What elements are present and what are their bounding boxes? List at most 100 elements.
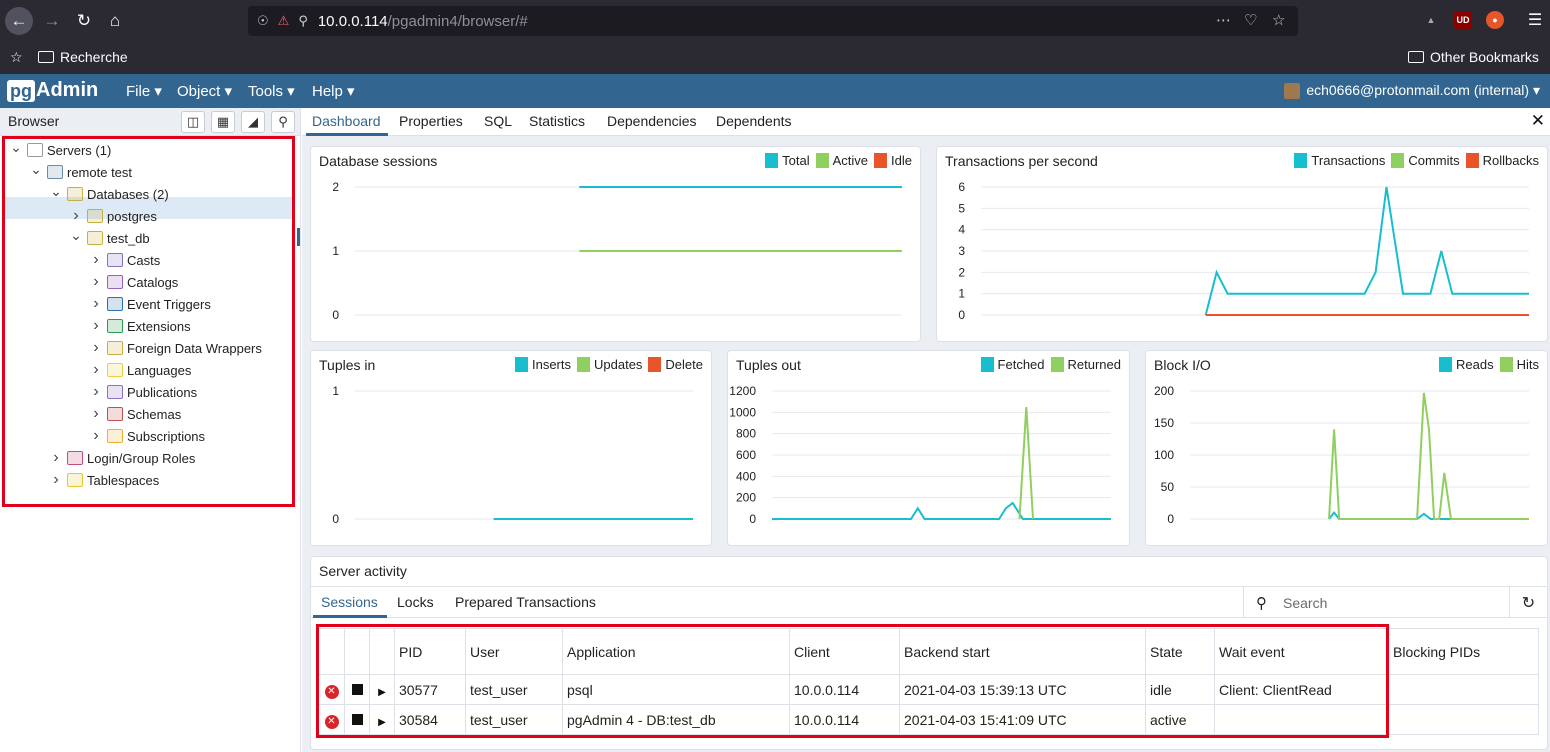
tab-sql[interactable]: SQL [484,113,512,129]
user-menu[interactable]: ech0666@protonmail.com (internal) ▾ [1284,82,1540,99]
hamburger-menu-icon[interactable]: ☰ [1526,11,1544,29]
chevron-right-icon[interactable]: › [49,449,63,467]
menu-help[interactable]: Help ▾ [312,82,355,100]
tab-statistics[interactable]: Statistics [529,113,585,129]
home-button[interactable]: ⌂ [101,7,129,35]
tab-dashboard[interactable]: Dashboard [312,113,381,129]
tree-item[interactable]: › Foreign Data Wrappers [89,337,262,359]
chevron-down-icon[interactable]: ⌄ [29,162,43,176]
chevron-right-icon[interactable]: › [89,251,103,269]
search-input[interactable] [1283,594,1483,611]
extension-fox-icon[interactable]: ▲ [1422,11,1440,29]
tab-prepared-transactions[interactable]: Prepared Transactions [455,594,596,610]
legend-item[interactable]: Returned [1050,357,1121,372]
col-pid[interactable]: PID [394,628,466,675]
splitter-handle[interactable] [297,228,300,246]
query-tool-icon[interactable]: ◫ [181,111,205,133]
more-actions-icon[interactable]: ⋯ [1216,11,1231,29]
col-backend-start[interactable]: Backend start [899,628,1146,675]
tree-item[interactable]: › Languages [89,359,191,381]
legend-item[interactable]: Fetched [980,357,1045,372]
tab-locks[interactable]: Locks [397,594,434,610]
tree-item[interactable]: › Tablespaces [49,469,159,491]
tree-item[interactable]: ⌄ Servers (1) [9,139,111,161]
legend-item[interactable]: Rollbacks [1465,153,1539,168]
tree-item[interactable]: ⌄ test_db [69,227,150,249]
col-user[interactable]: User [465,628,563,675]
view-data-icon[interactable]: ▦ [211,111,235,133]
col-blocking-pids[interactable]: Blocking PIDs [1388,628,1539,675]
chevron-down-icon[interactable]: ⌄ [9,140,23,154]
chevron-right-icon[interactable]: › [89,383,103,401]
tree-item[interactable]: › postgres [69,205,157,227]
back-button[interactable]: ← [5,7,33,35]
chevron-right-icon[interactable]: › [89,405,103,423]
col-wait-event[interactable]: Wait event [1214,628,1389,675]
legend-item[interactable]: Delete [648,357,703,372]
legend-item[interactable]: Transactions [1294,153,1385,168]
tree-item[interactable]: › Catalogs [89,271,178,293]
table-row[interactable]: ✕ ▶ 30584 test_user pgAdmin 4 - DB:test_db 10… [318,704,1539,735]
col-client[interactable]: Client [789,628,900,675]
menu-tools[interactable]: Tools ▾ [248,82,295,100]
tree-item[interactable]: › Event Triggers [89,293,211,315]
tree-item[interactable]: › Extensions [89,315,190,337]
ublock-icon[interactable]: UD [1454,11,1472,29]
chevron-right-icon[interactable]: › [89,361,103,379]
tab-dependencies[interactable]: Dependencies [607,113,697,129]
tree-item[interactable]: › Casts [89,249,160,271]
chevron-right-icon[interactable]: › [89,295,103,313]
expand-row-icon[interactable]: ▶ [378,687,386,698]
key-icon[interactable]: ⚲ [298,13,308,29]
legend-item[interactable]: Active [815,153,868,168]
tree-item[interactable]: › Login/Group Roles [49,447,195,469]
chevron-right-icon[interactable]: › [49,471,63,489]
url-bar[interactable]: ☉ ⚠ ⚲ 10.0.0.114/pgadmin4/browser/# ⋯ ♡ … [248,6,1298,36]
bookmark-star-icon[interactable]: ☆ [1272,11,1285,29]
shield-icon[interactable]: ☉ [257,13,269,29]
tree-item[interactable]: ⌄ Databases (2) [49,183,169,205]
legend-item[interactable]: Reads [1439,357,1494,372]
cancel-query-icon[interactable] [351,713,363,725]
tab-sessions[interactable]: Sessions [321,594,378,610]
legend-item[interactable]: Commits [1391,153,1460,168]
chevron-right-icon[interactable]: › [89,273,103,291]
bookmark-star-toolbar-icon[interactable]: ☆ [10,49,23,66]
tab-properties[interactable]: Properties [399,113,463,129]
bookmark-folder-recherche[interactable]: Recherche [38,49,128,65]
search-objects-icon[interactable]: ⚲ [271,111,295,133]
legend-item[interactable]: Total [765,153,810,168]
chevron-right-icon[interactable]: › [89,339,103,357]
insecure-lock-icon[interactable]: ⚠ [278,13,290,29]
expand-row-icon[interactable]: ▶ [378,717,386,728]
legend-item[interactable]: Updates [577,357,642,372]
chevron-right-icon[interactable]: › [89,427,103,445]
reload-button[interactable]: ↻ [70,7,98,35]
cancel-query-icon[interactable] [351,683,363,695]
table-row[interactable]: ✕ ▶ 30577 test_user psql 10.0.0.114 2021-04-03… [318,674,1539,705]
legend-item[interactable]: Inserts [514,357,571,372]
menu-file[interactable]: File ▾ [126,82,162,100]
forward-button[interactable]: → [38,7,66,35]
chevron-down-icon[interactable]: ⌄ [49,184,63,198]
terminate-session-icon[interactable]: ✕ [324,714,339,729]
chevron-right-icon[interactable]: › [69,207,83,225]
col-application[interactable]: Application [562,628,790,675]
tree-item[interactable]: › Subscriptions [89,425,205,447]
menu-object[interactable]: Object ▾ [177,82,232,100]
other-bookmarks[interactable]: Other Bookmarks [1408,49,1539,65]
chevron-down-icon[interactable]: ⌄ [69,228,83,242]
terminate-session-icon[interactable]: ✕ [324,684,339,699]
filtered-rows-icon[interactable]: ◢ [241,111,265,133]
tree-item[interactable]: › Publications [89,381,197,403]
extension-icon[interactable]: ● [1486,11,1504,29]
col-state[interactable]: State [1145,628,1215,675]
chevron-right-icon[interactable]: › [89,317,103,335]
legend-item[interactable]: Hits [1499,357,1539,372]
tree-item[interactable]: ⌄ remote test [29,161,132,183]
tree-item[interactable]: › Schemas [89,403,181,425]
refresh-button[interactable]: ↻ [1509,587,1547,618]
pocket-icon[interactable]: ♡ [1244,11,1257,29]
close-panel-icon[interactable]: ✕ [1531,111,1545,131]
tab-dependents[interactable]: Dependents [716,113,792,129]
